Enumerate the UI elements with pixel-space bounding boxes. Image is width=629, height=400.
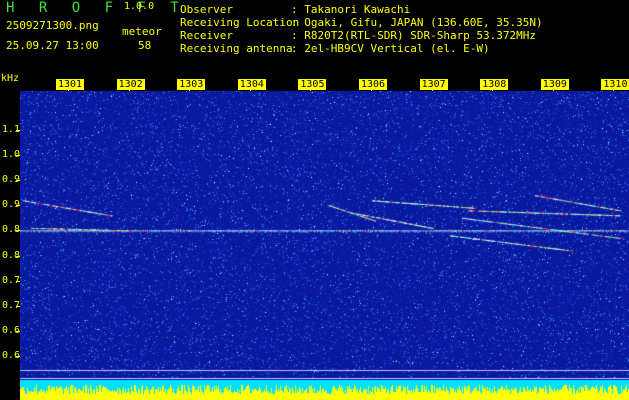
x-tick-label: 1309 [540, 79, 569, 90]
location-value: : Ogaki, Gifu, JAPAN (136.60E, 35.35N) [291, 16, 543, 29]
timestamp: 25.09.27 13:00 [6, 39, 99, 52]
station-info-values: : Takanori Kawachi : Ogaki, Gifu, JAPAN … [291, 3, 543, 55]
y-axis-unit: kHz [1, 73, 20, 84]
observer-label: Observer [180, 3, 233, 16]
spectrogram-canvas [20, 91, 629, 400]
x-tick-label: 1306 [359, 79, 388, 90]
file-name: 2509271300.png [6, 19, 99, 32]
observer-value: : Takanori Kawachi [291, 3, 411, 16]
station-info-labels: Observer Receiving Location Receiver Rec… [180, 3, 299, 55]
x-tick-label: 1305 [298, 79, 327, 90]
x-tick-label: 1307 [419, 79, 448, 90]
app-version: 1.0.0 [124, 1, 155, 12]
app-title: H R O F F T [6, 0, 187, 16]
x-tick-label: 1308 [480, 79, 509, 90]
x-tick-label: 1310 [601, 79, 629, 90]
antenna-label: Receiving antenna [180, 42, 293, 55]
x-tick-label: 1301 [56, 79, 85, 90]
header-panel: H R O F F T 1.0.0 2509271300.png meteor … [0, 0, 629, 80]
x-tick-label: 1304 [237, 79, 266, 90]
meteor-count: 58 [138, 39, 152, 52]
receiver-value: : R820T2(RTL-SDR) SDR-Sharp 53.372MHz [291, 29, 537, 42]
receiver-label: Receiver [180, 29, 233, 42]
detector-mode: meteor [122, 25, 162, 38]
antenna-value: : 2el-HB9CV Vertical (el. E-W) [291, 42, 490, 55]
location-label: Receiving Location [180, 16, 300, 29]
x-tick-label: 1303 [177, 79, 206, 90]
x-tick-label: 1302 [116, 79, 145, 90]
